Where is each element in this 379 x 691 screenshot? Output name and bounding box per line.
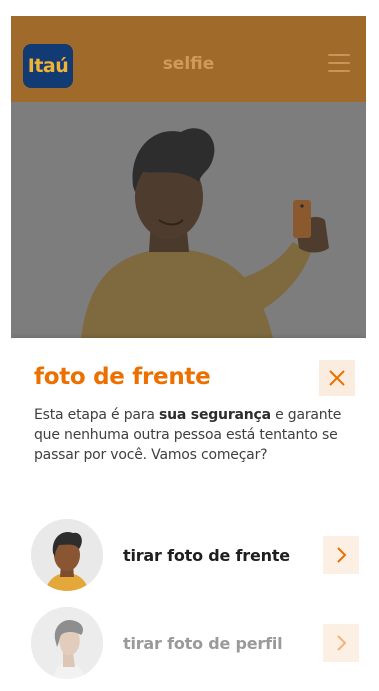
option-profile-label: tirar foto de perfil	[123, 633, 283, 653]
profile-face-icon	[31, 607, 103, 679]
person-selfie-illustration	[81, 128, 329, 338]
bottom-sheet: foto de frente Esta etapa é para sua seg…	[11, 338, 366, 681]
sheet-title: foto de frente	[34, 364, 211, 390]
close-button[interactable]	[319, 360, 355, 396]
app-header: Itaú selfie	[11, 16, 366, 102]
header-title: selfie	[162, 54, 215, 74]
chevron-right-icon	[337, 635, 347, 651]
option-front-label: tirar foto de frente	[123, 545, 290, 565]
chevron-right-icon	[337, 547, 347, 563]
close-icon	[329, 370, 345, 386]
profile-chevron-button[interactable]	[323, 624, 359, 662]
description-bold: sua segurança	[158, 407, 271, 423]
hamburger-icon[interactable]	[328, 54, 350, 72]
sheet-description: Esta etapa é para sua segurança e garant…	[34, 405, 364, 465]
front-face-icon	[31, 519, 103, 591]
front-face-avatar	[31, 519, 103, 591]
profile-face-avatar	[31, 607, 103, 679]
front-chevron-button[interactable]	[323, 536, 359, 574]
app-screen: Itaú selfie foto de frente Esta etapa é …	[11, 16, 366, 681]
description-text-1: Esta etapa é para	[34, 407, 159, 423]
option-front-photo[interactable]: tirar foto de frente	[31, 518, 361, 592]
selfie-illustration	[11, 102, 366, 338]
option-profile-photo[interactable]: tirar foto de perfil	[31, 606, 361, 680]
